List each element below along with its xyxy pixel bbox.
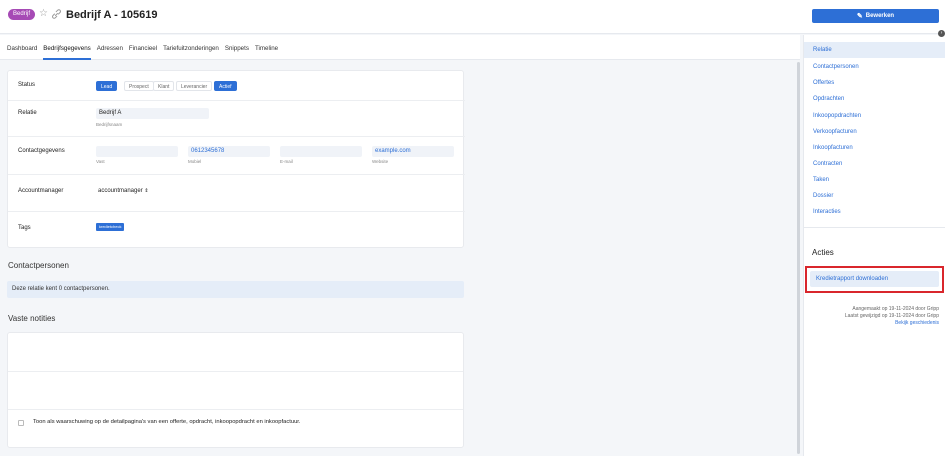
tab-bar: Dashboard Bedrijfsgegevens Adressen Fina… — [0, 35, 800, 60]
type-badge: Bedrijf — [8, 9, 36, 20]
sidebar-item-taken[interactable]: Taken — [804, 172, 945, 188]
tab-tariefuitzonderingen[interactable]: Tariefuitzonderingen — [163, 35, 219, 60]
status-actief[interactable]: Actief — [214, 81, 237, 91]
status-prospect[interactable]: Prospect — [124, 81, 154, 91]
sidebar-item-inkoopfacturen[interactable]: Inkoopfacturen — [804, 140, 945, 156]
side-panel: Relatie Contactpersonen Offertes Opdrach… — [803, 35, 945, 456]
status-klant[interactable]: Klant — [153, 81, 175, 91]
sidebar-item-dossier[interactable]: Dossier — [804, 188, 945, 204]
notes-card: Toon als waarschuwing op de detailpagina… — [7, 332, 464, 448]
sidebar-item-interacties[interactable]: Interacties — [804, 204, 945, 220]
mobile-sublabel: Mobiel — [188, 159, 202, 164]
history-link[interactable]: Bekijk geschiedenis — [895, 320, 939, 326]
sidebar-divider — [804, 227, 945, 228]
highlight-annotation — [805, 266, 944, 293]
email-sublabel: E-mail — [280, 159, 293, 164]
link-icon[interactable] — [51, 9, 62, 19]
tab-snippets[interactable]: Snippets — [225, 35, 249, 60]
status-lead[interactable]: Lead — [96, 81, 118, 91]
tab-financieel[interactable]: Financieel — [129, 35, 157, 60]
sidebar-item-offertes[interactable]: Offertes — [804, 75, 945, 91]
email-input[interactable] — [280, 146, 362, 157]
tab-dashboard[interactable]: Dashboard — [7, 35, 37, 60]
company-details-card: Status Lead Prospect Klant Leverancier A… — [7, 70, 465, 249]
warning-checkbox[interactable] — [18, 420, 24, 426]
modified-meta: Laatst gewijzigd op 19-11-2024 door Grip… — [844, 313, 939, 319]
relatie-row: Relatie Bedrijf A Bedrijfsnaam — [8, 101, 465, 137]
sidebar-item-inkoopopdrachten[interactable]: Inkoopopdrachten — [804, 108, 945, 124]
notes-divider — [8, 371, 463, 372]
edit-button-label: Bewerken — [865, 13, 895, 19]
warning-checkbox-label: Toon als waarschuwing op de detailpagina… — [33, 419, 301, 425]
contactpersonen-info: Deze relatie kent 0 contactpersonen. — [7, 281, 464, 298]
tags-row: Tags kredietcheck — [8, 212, 465, 249]
company-name-input[interactable]: Bedrijf A — [96, 108, 209, 119]
edit-button[interactable]: ✎ Bewerken — [812, 9, 939, 23]
star-icon[interactable]: ☆ — [39, 8, 48, 20]
tab-bedrijfsgegevens[interactable]: Bedrijfsgegevens — [43, 35, 91, 60]
website-sublabel: Website — [372, 159, 389, 164]
accountmanager-select[interactable]: accountmanager ⇕ — [98, 188, 149, 194]
contact-label: Contactgegevens — [18, 148, 65, 154]
phone-input[interactable] — [96, 146, 178, 157]
contactpersonen-title: Contactpersonen — [8, 261, 69, 270]
sidebar-item-verkoopfacturen[interactable]: Verkoopfacturen — [804, 124, 945, 140]
status-row: Status Lead Prospect Klant Leverancier A… — [8, 71, 465, 101]
page-header: Bedrijf ☆ Bedrijf A - 105619 ✎ Bewerken — [0, 0, 945, 34]
tags-label: Tags — [18, 225, 31, 231]
relatie-label: Relatie — [18, 110, 37, 116]
created-meta: Aangemaakt op 19-11-2024 door Gripp — [852, 306, 939, 312]
collapse-panel-icon[interactable]: › — [938, 30, 945, 37]
notes-divider — [8, 409, 463, 410]
tab-adressen[interactable]: Adressen — [97, 35, 123, 60]
notes-title: Vaste notities — [8, 314, 56, 323]
accountmanager-value: accountmanager — [98, 188, 143, 194]
select-arrows-icon: ⇕ — [144, 188, 149, 194]
tab-timeline[interactable]: Timeline — [255, 35, 278, 60]
website-input[interactable]: example.com — [372, 146, 454, 157]
company-name-sublabel: Bedrijfsnaam — [96, 122, 123, 127]
status-label: Status — [18, 82, 36, 88]
phone-sublabel: Vast — [96, 159, 105, 164]
scrollbar-thumb[interactable] — [797, 62, 800, 454]
sidebar-item-opdrachten[interactable]: Opdrachten — [804, 91, 945, 107]
sidebar-item-contracten[interactable]: Contracten — [804, 156, 945, 172]
sidebar-item-relatie[interactable]: Relatie — [804, 42, 945, 58]
contact-row: Contactgegevens Vast 0612345678 Mobiel E… — [8, 137, 465, 175]
accountmanager-label: Accountmanager — [18, 188, 64, 194]
accountmanager-row: Accountmanager accountmanager ⇕ — [8, 175, 465, 212]
page-title: Bedrijf A - 105619 — [66, 9, 158, 21]
mobile-input[interactable]: 0612345678 — [188, 146, 270, 157]
tag-kredietcheck[interactable]: kredietcheck — [96, 223, 125, 231]
status-leverancier[interactable]: Leverancier — [176, 81, 213, 91]
acties-title: Acties — [812, 248, 834, 257]
pencil-icon: ✎ — [856, 13, 863, 20]
sidebar-item-contactpersonen[interactable]: Contactpersonen — [804, 59, 945, 75]
